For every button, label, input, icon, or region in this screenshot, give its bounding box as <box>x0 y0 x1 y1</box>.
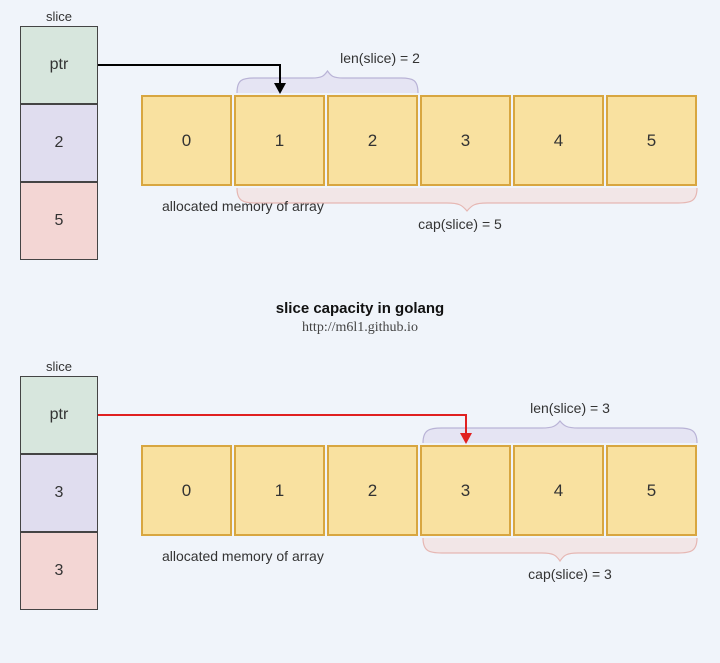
array-cell: 5 <box>606 95 697 186</box>
array-cell: 4 <box>513 95 604 186</box>
array-cell: 3 <box>420 95 511 186</box>
array-cell: 0 <box>141 445 232 536</box>
array-cell: 3 <box>420 445 511 536</box>
diagram-subtitle: http://m6l1.github.io <box>0 320 720 336</box>
array-cell: 4 <box>513 445 604 536</box>
memory-label: allocated memory of array <box>162 198 324 214</box>
slice-len-box: 2 <box>20 104 98 182</box>
array-row: 0 1 2 3 4 5 <box>141 95 697 186</box>
array-cell: 5 <box>606 445 697 536</box>
memory-label: allocated memory of array <box>162 548 324 564</box>
len-text: len(slice) = 3 <box>470 400 670 416</box>
slice-header-label: slice <box>20 359 98 374</box>
array-row: 0 1 2 3 4 5 <box>141 445 697 536</box>
diagram-top: slice ptr 2 5 len(slice) = 2 0 1 2 3 4 5… <box>0 0 720 300</box>
cap-brace <box>420 535 700 563</box>
slice-len-box: 3 <box>20 454 98 532</box>
slice-cap-box: 3 <box>20 532 98 610</box>
len-value: 2 <box>55 134 64 152</box>
slice-cap-box: 5 <box>20 182 98 260</box>
len-value: 3 <box>55 484 64 502</box>
array-cell: 1 <box>234 95 325 186</box>
cap-text: cap(slice) = 5 <box>360 216 560 232</box>
slice-ptr-box: ptr <box>20 26 98 104</box>
slice-header-label: slice <box>20 9 98 24</box>
diagram-title: slice capacity in golang <box>0 300 720 317</box>
cap-value: 5 <box>55 212 64 230</box>
len-text: len(slice) = 2 <box>280 50 480 66</box>
array-cell: 2 <box>327 95 418 186</box>
array-cell: 0 <box>141 95 232 186</box>
cap-value: 3 <box>55 562 64 580</box>
ptr-label: ptr <box>50 56 69 74</box>
ptr-label: ptr <box>50 406 69 424</box>
ptr-arrow <box>98 58 298 98</box>
cap-text: cap(slice) = 3 <box>470 566 670 582</box>
slice-ptr-box: ptr <box>20 376 98 454</box>
diagram-bottom: slice ptr 3 3 len(slice) = 3 0 1 2 3 4 5… <box>0 350 720 660</box>
array-cell: 2 <box>327 445 418 536</box>
ptr-arrow-red <box>98 408 488 448</box>
array-cell: 1 <box>234 445 325 536</box>
